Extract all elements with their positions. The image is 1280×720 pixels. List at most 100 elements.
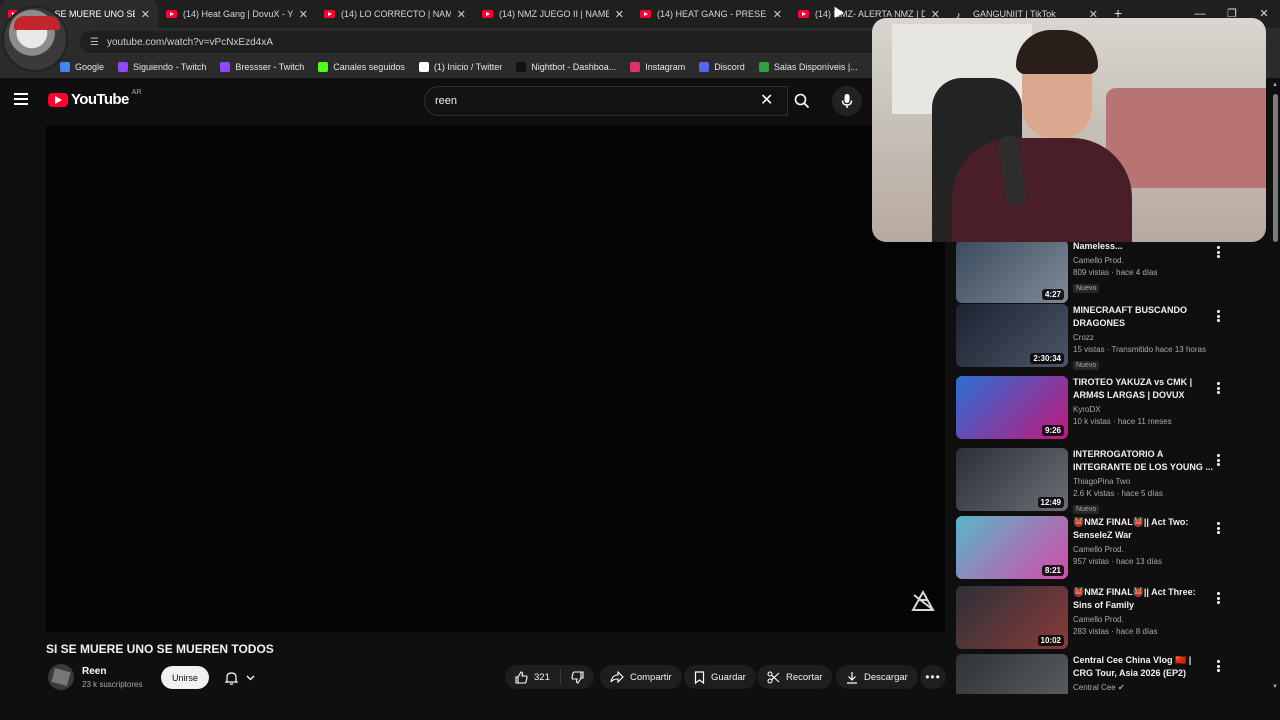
save-button[interactable]: Guardar	[684, 665, 756, 689]
site-info-icon[interactable]: ☰	[90, 37, 99, 48]
bookmark-item[interactable]: Google	[60, 62, 104, 72]
bookmark-favicon-icon	[418, 62, 429, 72]
like-dislike-group: 321	[505, 665, 594, 689]
recommendation-title[interactable]: 👹NMZ FINAL👹|| Act Three: Sins of Family	[1073, 586, 1213, 612]
more-vertical-icon[interactable]	[1214, 590, 1222, 606]
channel-watermark-icon[interactable]	[909, 588, 937, 616]
recommendation-item[interactable]: 2:30:34 MINECRAAFT BUSCANDO DRAGONES Crozz…	[956, 304, 1256, 370]
bookmark-item[interactable]: Bressser - Twitch	[220, 62, 304, 72]
new-badge: Nuevo	[1073, 361, 1100, 370]
download-button[interactable]: Descargar	[836, 665, 918, 689]
download-icon	[847, 671, 857, 684]
notifications-button[interactable]	[216, 666, 264, 689]
channel-avatar[interactable]	[48, 664, 74, 690]
clear-search-icon[interactable]: ✕	[760, 90, 773, 110]
recommendation-channel[interactable]: Crozz	[1073, 333, 1213, 342]
clip-button[interactable]: Recortar	[757, 665, 833, 689]
video-thumbnail[interactable]: 12:49	[956, 448, 1068, 511]
search-input[interactable]: reen	[424, 86, 788, 116]
browser-tab[interactable]: (14) LO CORRECTO | NAMELEZ ✕	[316, 0, 474, 28]
recommendation-title[interactable]: TIROTEO YAKUZA vs CMK | ARM4S LARGAS | D…	[1073, 376, 1213, 402]
close-tab-icon[interactable]: ✕	[773, 8, 782, 21]
video-duration: 10:02	[1037, 635, 1064, 646]
voice-search-button[interactable]	[832, 86, 862, 116]
like-count: 321	[534, 671, 550, 683]
youtube-favicon-icon	[166, 10, 177, 18]
video-thumbnail[interactable]: 2:30:34	[956, 304, 1068, 367]
more-vertical-icon[interactable]	[1214, 452, 1222, 468]
bookmark-label: Siguiendo - Twitch	[133, 62, 207, 72]
channel-name[interactable]: Reen	[82, 666, 142, 677]
share-button[interactable]: Compartir	[600, 665, 682, 689]
recommendation-channel[interactable]: Camello Prod.	[1073, 615, 1213, 624]
bookmark-label: Google	[75, 62, 105, 72]
bookmark-label: Discord	[714, 62, 745, 72]
video-thumbnail[interactable]: 4:27	[956, 240, 1068, 303]
recommendation-channel[interactable]: ThiagoPina Two	[1073, 477, 1213, 486]
clip-label: Recortar	[786, 671, 823, 683]
video-thumbnail[interactable]: 10:02	[956, 586, 1068, 649]
bookmark-item[interactable]: Discord	[699, 62, 745, 72]
channel-owner: Reen 23 k suscriptores	[46, 662, 142, 692]
recommendation-item[interactable]: 10:02 👹NMZ FINAL👹|| Act Three: Sins of Fa…	[956, 586, 1256, 650]
close-tab-icon[interactable]: ✕	[141, 8, 150, 21]
more-vertical-icon[interactable]	[1214, 244, 1222, 260]
video-duration: 4:27	[1041, 289, 1064, 300]
scrollbar-thumb[interactable]	[1273, 94, 1278, 242]
more-horizontal-icon: •••	[925, 670, 941, 684]
bookmark-icon	[694, 670, 705, 684]
recommendation-title[interactable]: 👹NMZ FINAL👹|| Act Two: SenseleZ War	[1073, 516, 1213, 542]
page-scrollbar[interactable]: ▲ ▼	[1270, 80, 1280, 692]
search-button[interactable]	[786, 86, 818, 116]
recommendation-stats: 283 vistas · hace 8 días	[1073, 627, 1158, 636]
share-icon	[610, 671, 624, 683]
recommendation-channel[interactable]: Camello Prod.	[1073, 545, 1213, 554]
recommendation-stats: 809 vistas · hace 4 días	[1073, 268, 1158, 277]
youtube-play-icon	[48, 92, 68, 107]
bookmark-favicon-icon	[758, 62, 769, 72]
browser-tab[interactable]: (14) NMZ JUEGO II | NAMELEZ ✕	[474, 0, 632, 28]
video-duration: 8:21	[1041, 565, 1064, 576]
more-actions-button[interactable]: •••	[920, 665, 946, 689]
bookmark-item[interactable]: Siguiendo - Twitch	[118, 62, 206, 72]
recommendation-title[interactable]: Central Cee China Vlog 🇨🇳 | CRG Tour, As…	[1073, 654, 1213, 680]
recommendation-item[interactable]: 4:27 Nameless... Camello Prod. 809 vistas ·…	[956, 240, 1256, 304]
bookmark-item[interactable]: Canales seguidos	[318, 62, 405, 72]
recommendation-channel[interactable]: Camello Prod.	[1073, 256, 1213, 265]
recommendation-title[interactable]: MINECRAAFT BUSCANDO DRAGONES	[1073, 304, 1213, 330]
recommendation-item[interactable]: 8:21 👹NMZ FINAL👹|| Act Two: SenseleZ War C…	[956, 516, 1256, 580]
close-tab-icon[interactable]: ✕	[299, 8, 308, 21]
close-tab-icon[interactable]: ✕	[615, 8, 624, 21]
recommendation-channel[interactable]: Central Cee ✔	[1073, 683, 1213, 692]
like-button[interactable]: 321	[505, 665, 560, 689]
bookmark-item[interactable]: (1) Inicio / Twitter	[418, 62, 502, 72]
join-button[interactable]: Unirse	[161, 666, 209, 689]
recommendation-channel[interactable]: KyroDX	[1073, 405, 1213, 414]
video-player[interactable]	[46, 126, 945, 632]
recommendation-item[interactable]: 9:26 TIROTEO YAKUZA vs CMK | ARM4S LARGAS…	[956, 376, 1256, 440]
thumbs-down-icon	[571, 670, 584, 684]
recommendation-title[interactable]: INTERROGATORIO A INTEGRANTE DE LOS YOUNG…	[1073, 448, 1213, 474]
scroll-up-icon[interactable]: ▲	[1272, 82, 1278, 88]
bookmark-favicon-icon	[118, 62, 129, 72]
bookmark-item[interactable]: Salas Disponíveis |...	[758, 62, 858, 72]
bookmark-label: Instagram	[645, 62, 686, 72]
youtube-logo[interactable]: YouTube AR	[48, 89, 141, 108]
bookmark-item[interactable]: Instagram	[630, 62, 685, 72]
search-icon	[794, 93, 810, 109]
bookmark-label: Canales seguidos	[333, 62, 405, 72]
bookmark-item[interactable]: Nightbot - Dashboa...	[516, 62, 616, 72]
video-thumbnail[interactable]: 9:26	[956, 376, 1068, 439]
more-vertical-icon[interactable]	[1214, 380, 1222, 396]
more-vertical-icon[interactable]	[1214, 308, 1222, 324]
recommendation-item[interactable]: 12:49 INTERROGATORIO A INTEGRANTE DE LOS …	[956, 448, 1256, 514]
scroll-down-icon[interactable]: ▼	[1272, 684, 1278, 690]
browser-tab[interactable]: (14) Heat Gang | DovuX - YouTu ✕	[158, 0, 316, 28]
video-thumbnail[interactable]: 8:21	[956, 516, 1068, 579]
dislike-button[interactable]	[561, 665, 594, 689]
browser-tab[interactable]: (14) HEAT GANG - PRESENTACI ✕	[632, 0, 790, 28]
more-vertical-icon[interactable]	[1214, 520, 1222, 536]
more-vertical-icon[interactable]	[1214, 658, 1222, 674]
hamburger-menu-icon[interactable]	[14, 90, 34, 110]
close-tab-icon[interactable]: ✕	[457, 8, 466, 21]
